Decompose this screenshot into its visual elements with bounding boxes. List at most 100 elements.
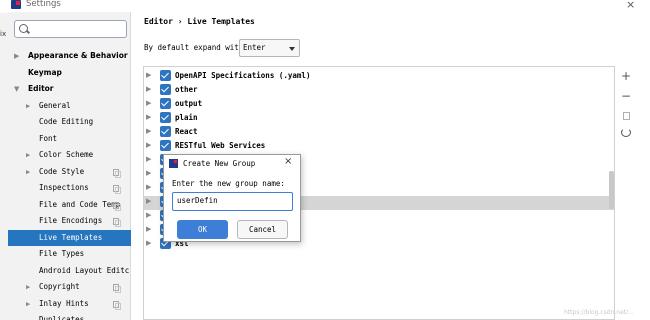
revert-icon[interactable] <box>621 128 631 137</box>
title-bar: Settings × <box>0 0 650 11</box>
chevron-right-icon[interactable]: ▶ <box>14 48 19 65</box>
chevron-down-icon[interactable]: ▼ <box>14 81 19 98</box>
sidebar-item-label: Color Scheme <box>39 150 94 159</box>
sidebar-item[interactable]: ▶ Copyright <box>8 279 131 296</box>
dialog-title: Create New Group <box>183 159 256 168</box>
sidebar-item[interactable]: Duplicates <box>8 312 131 320</box>
watermark: https://blog.csdn.net/... <box>564 309 634 316</box>
template-group-checkbox[interactable] <box>160 84 171 95</box>
chevron-right-icon[interactable]: ▶ <box>146 155 151 163</box>
chevron-right-icon[interactable]: ▶ <box>26 98 30 115</box>
chevron-right-icon[interactable]: ▶ <box>146 141 151 149</box>
chevron-right-icon[interactable]: ▶ <box>146 197 151 205</box>
chevron-right-icon[interactable]: ▶ <box>26 164 30 181</box>
template-group-row[interactable]: ▶ other <box>144 83 614 97</box>
sidebar-item[interactable]: File and Code Temp <box>8 197 131 214</box>
template-group-checkbox[interactable] <box>160 140 171 151</box>
sidebar-item[interactable]: File Types <box>8 246 131 263</box>
template-group-checkbox[interactable] <box>160 70 171 81</box>
chevron-right-icon[interactable]: ▶ <box>26 147 30 164</box>
sidebar-item-label: Android Layout Editc <box>39 265 130 275</box>
search-icon <box>19 24 28 33</box>
template-group-checkbox[interactable] <box>160 112 171 123</box>
chevron-right-icon[interactable]: ▶ <box>26 296 30 313</box>
settings-sidebar: ▶ Appearance & Behavior Keymap ▼ Editor ▶ Gene… <box>8 12 131 320</box>
project-scope-icon <box>113 284 121 293</box>
chevron-right-icon[interactable]: ▶ <box>146 113 151 121</box>
dialog-app-icon <box>169 159 178 168</box>
sidebar-item[interactable]: ▶ Appearance & Behavior <box>8 48 131 65</box>
chevron-right-icon[interactable]: ▶ <box>146 225 151 233</box>
window-title: Settings <box>26 0 61 9</box>
settings-tree: ▶ Appearance & Behavior Keymap ▼ Editor ▶ Gene… <box>8 48 131 320</box>
chevron-right-icon[interactable]: ▶ <box>146 99 151 107</box>
sidebar-item[interactable]: ▶ General <box>8 98 131 115</box>
template-group-label: output <box>175 99 203 108</box>
remove-icon[interactable]: − <box>619 89 633 103</box>
template-group-row[interactable]: ▶ RESTful Web Services <box>144 139 614 153</box>
project-scope-icon <box>113 168 121 178</box>
sidebar-item-label: General <box>39 100 71 110</box>
template-group-row[interactable]: ▶ output <box>144 97 614 111</box>
sidebar-item-label: Inspections <box>39 183 89 192</box>
sidebar-item[interactable]: Code Editing <box>8 114 131 131</box>
sidebar-item-label: File Encodings <box>39 216 103 225</box>
add-icon[interactable]: + <box>619 69 633 83</box>
template-group-row[interactable]: ▶ plain <box>144 111 614 125</box>
chevron-right-icon[interactable]: ▶ <box>26 279 30 296</box>
breadcrumb-separator: › <box>177 17 183 26</box>
template-group-label: RESTful Web Services <box>175 141 266 150</box>
sidebar-item[interactable]: Android Layout Editc <box>8 263 131 280</box>
dialog-close-icon[interactable]: × <box>284 156 292 167</box>
chevron-right-icon[interactable]: ▶ <box>146 85 151 93</box>
cancel-button[interactable]: Cancel <box>237 220 288 239</box>
template-group-row[interactable]: ▶ React <box>144 125 614 139</box>
template-group-label: other <box>175 85 198 94</box>
sidebar-item-label: Editor <box>28 84 54 93</box>
chevron-right-icon[interactable]: ▶ <box>146 211 151 219</box>
chevron-right-icon[interactable]: ▶ <box>146 239 151 247</box>
sidebar-item[interactable]: ▶ Inlay Hints <box>8 296 131 313</box>
chevron-right-icon[interactable]: ▶ <box>146 183 151 191</box>
sidebar-item[interactable]: File Encodings <box>8 213 131 230</box>
sidebar-item-label: Code Editing <box>39 117 94 126</box>
template-group-checkbox[interactable] <box>160 126 171 137</box>
copy-icon[interactable] <box>623 112 630 120</box>
templates-toolbar: + − <box>615 66 635 166</box>
sidebar-item[interactable]: Live Templates <box>8 229 131 246</box>
sidebar-item[interactable]: ▼ Editor <box>8 81 131 98</box>
template-group-checkbox[interactable] <box>160 98 171 109</box>
sidebar-item[interactable]: ▶ Color Scheme <box>8 147 131 164</box>
breadcrumb: Editor › Live Templates <box>144 17 255 26</box>
template-group-label: plain <box>175 113 198 122</box>
chevron-right-icon[interactable]: ▶ <box>146 169 151 177</box>
sidebar-item-label: Inlay Hints <box>39 298 89 308</box>
breadcrumb-current: Live Templates <box>187 17 255 26</box>
expand-label: By default expand with <box>144 43 244 52</box>
chevron-right-icon[interactable]: ▶ <box>146 127 151 135</box>
sidebar-item-label: File Types <box>39 249 85 258</box>
sidebar-item-label: Copyright <box>39 282 80 291</box>
project-scope-icon <box>113 201 121 211</box>
sidebar-item-label: Code Style <box>39 166 85 176</box>
sidebar-item-label: Appearance & Behavior <box>28 51 128 60</box>
template-group-label: OpenAPI Specifications (.yaml) <box>175 71 311 80</box>
sidebar-item[interactable]: Keymap <box>8 65 131 82</box>
sidebar-item[interactable]: Inspections <box>8 180 131 197</box>
sidebar-item-label: Keymap <box>28 67 62 77</box>
sidebar-item-label: File and Code Temp <box>39 199 121 209</box>
background-window-edge: ix <box>0 13 8 320</box>
search-input[interactable] <box>14 20 127 38</box>
ok-button[interactable]: OK <box>177 220 228 239</box>
sidebar-item-label: Duplicates <box>39 315 85 320</box>
template-group-label: React <box>175 127 198 136</box>
sidebar-item[interactable]: Font <box>8 131 131 148</box>
chevron-right-icon[interactable]: ▶ <box>146 71 151 79</box>
breadcrumb-parent[interactable]: Editor <box>144 17 173 26</box>
template-group-row[interactable]: ▶ OpenAPI Specifications (.yaml) <box>144 69 614 83</box>
sidebar-item[interactable]: ▶ Code Style <box>8 164 131 181</box>
edge-text: ix <box>0 30 7 38</box>
window-close-icon[interactable]: × <box>626 0 635 11</box>
group-name-input[interactable]: userDefin <box>172 192 293 211</box>
expand-select[interactable]: Enter <box>239 39 300 57</box>
